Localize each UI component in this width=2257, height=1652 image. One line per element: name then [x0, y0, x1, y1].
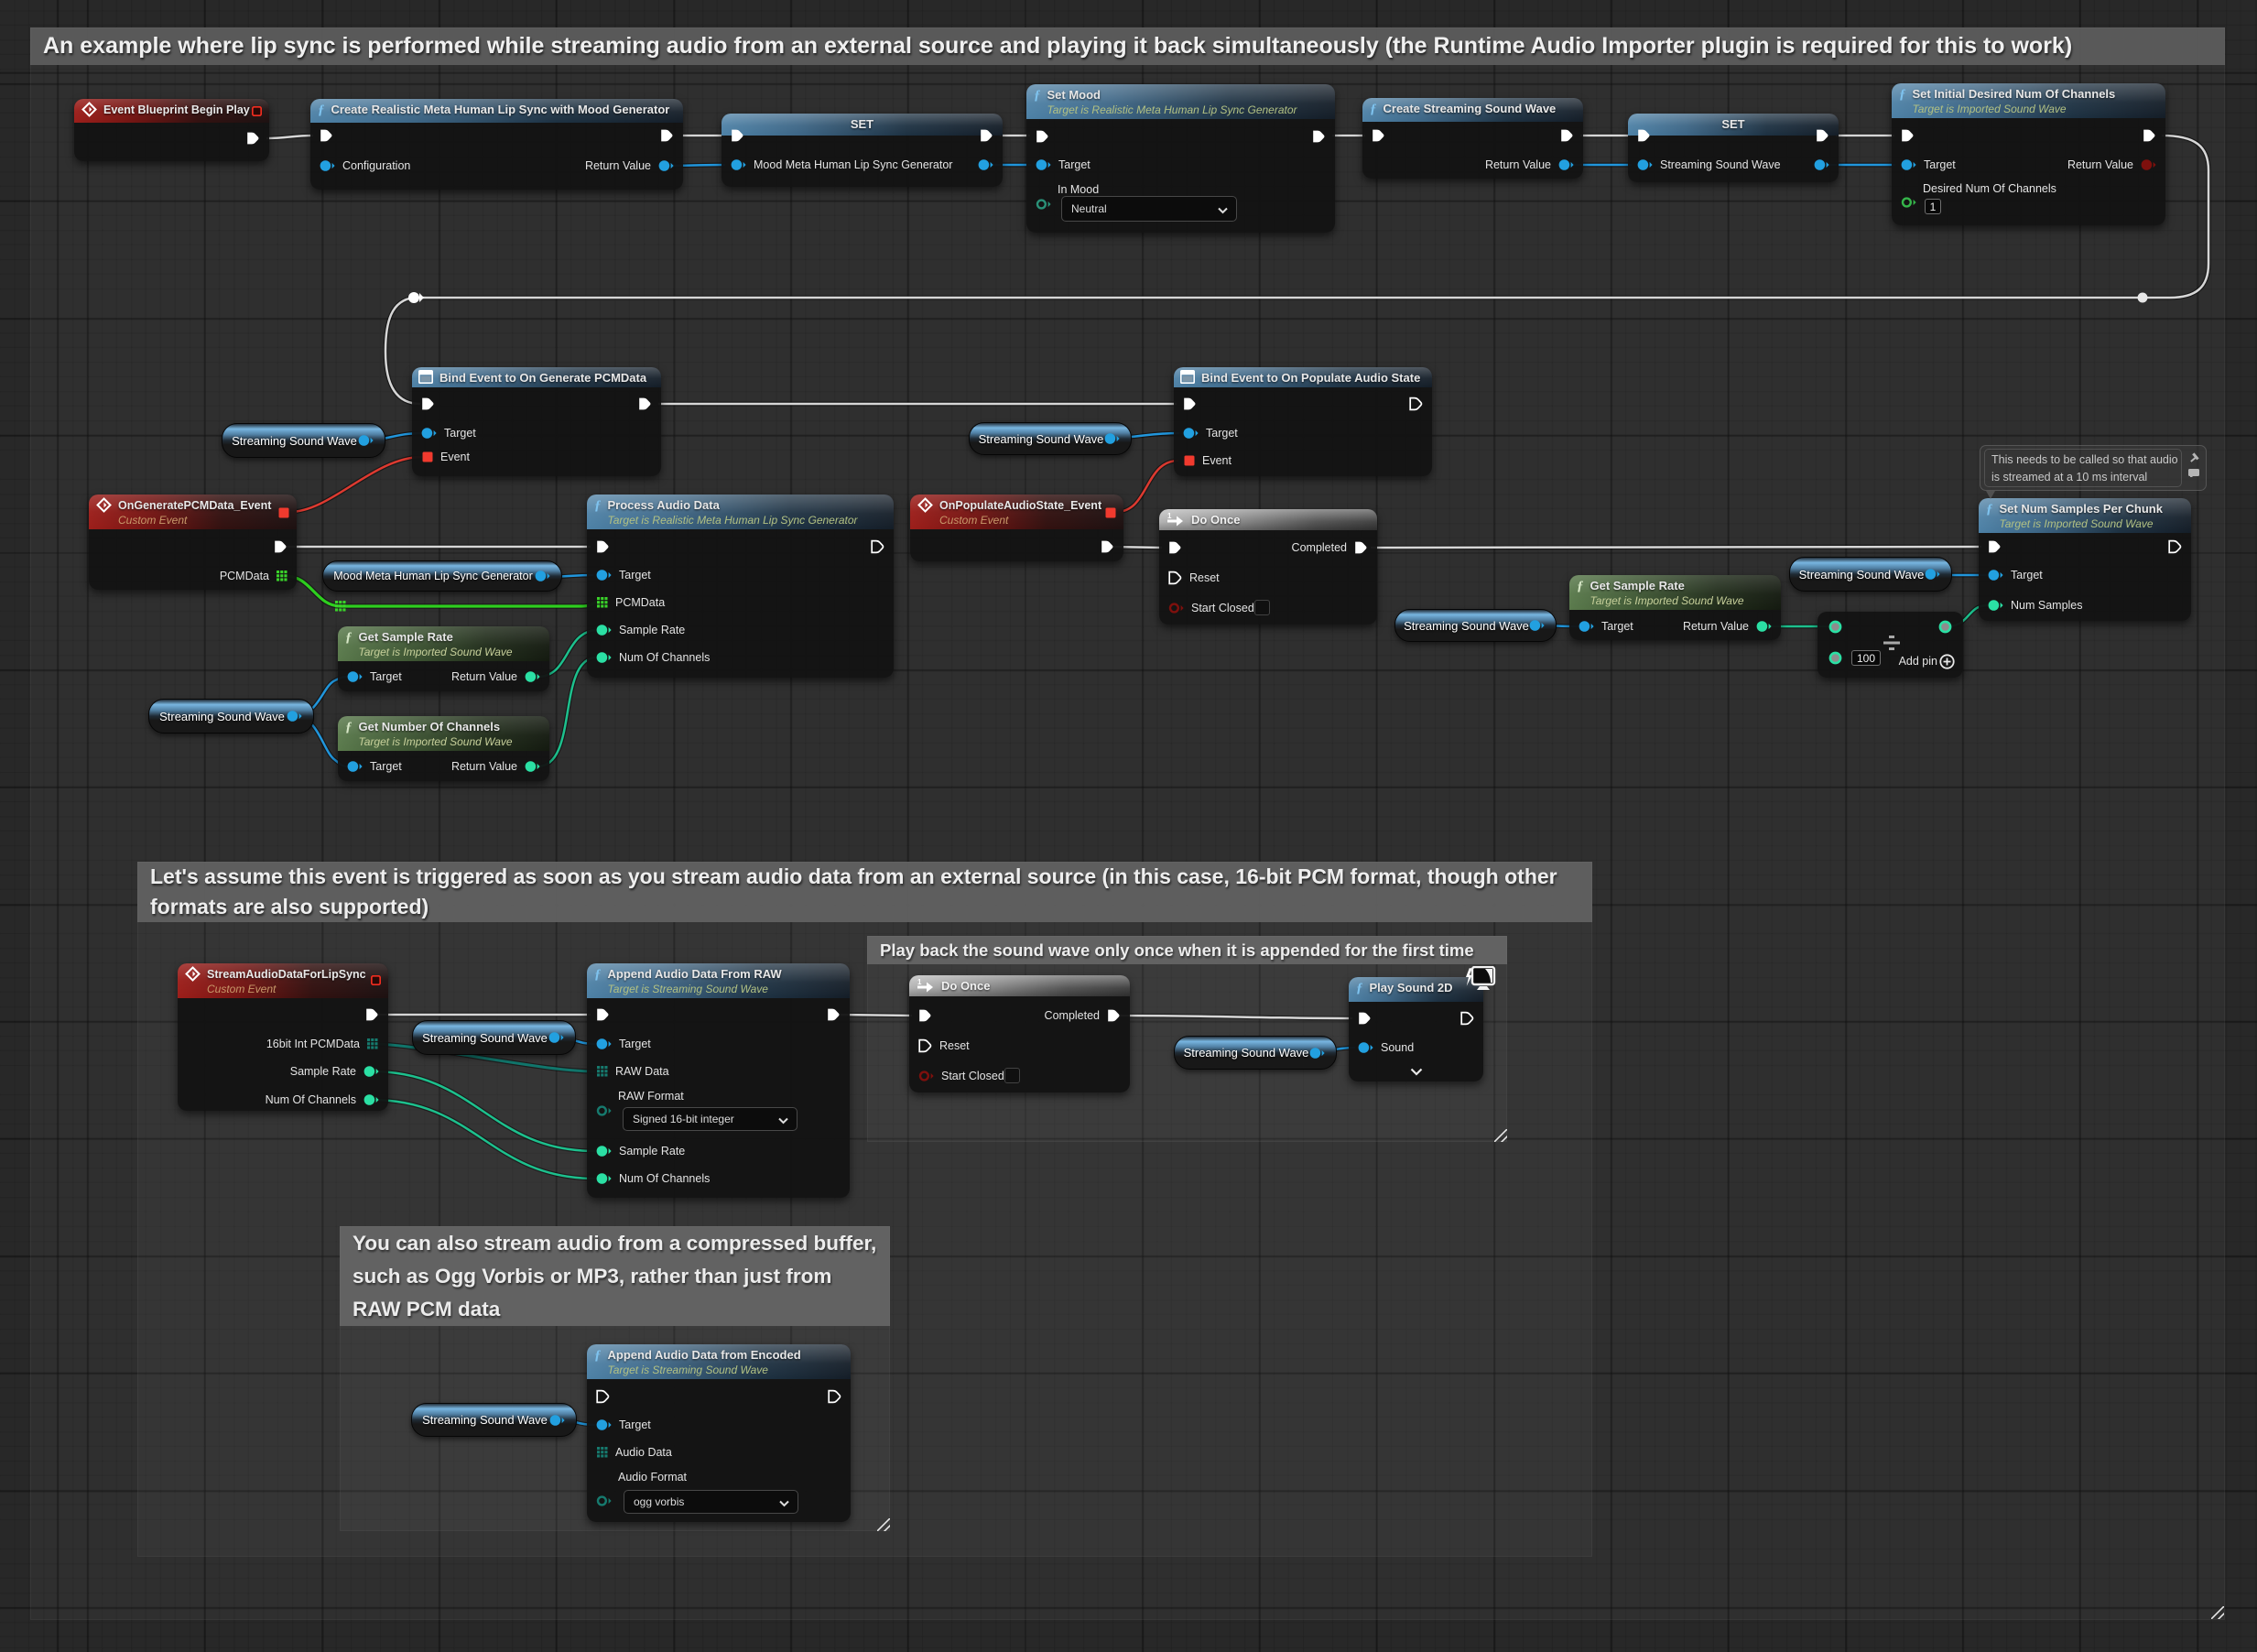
svg-text:1: 1 — [917, 978, 922, 986]
svg-text:1: 1 — [1167, 512, 1172, 520]
